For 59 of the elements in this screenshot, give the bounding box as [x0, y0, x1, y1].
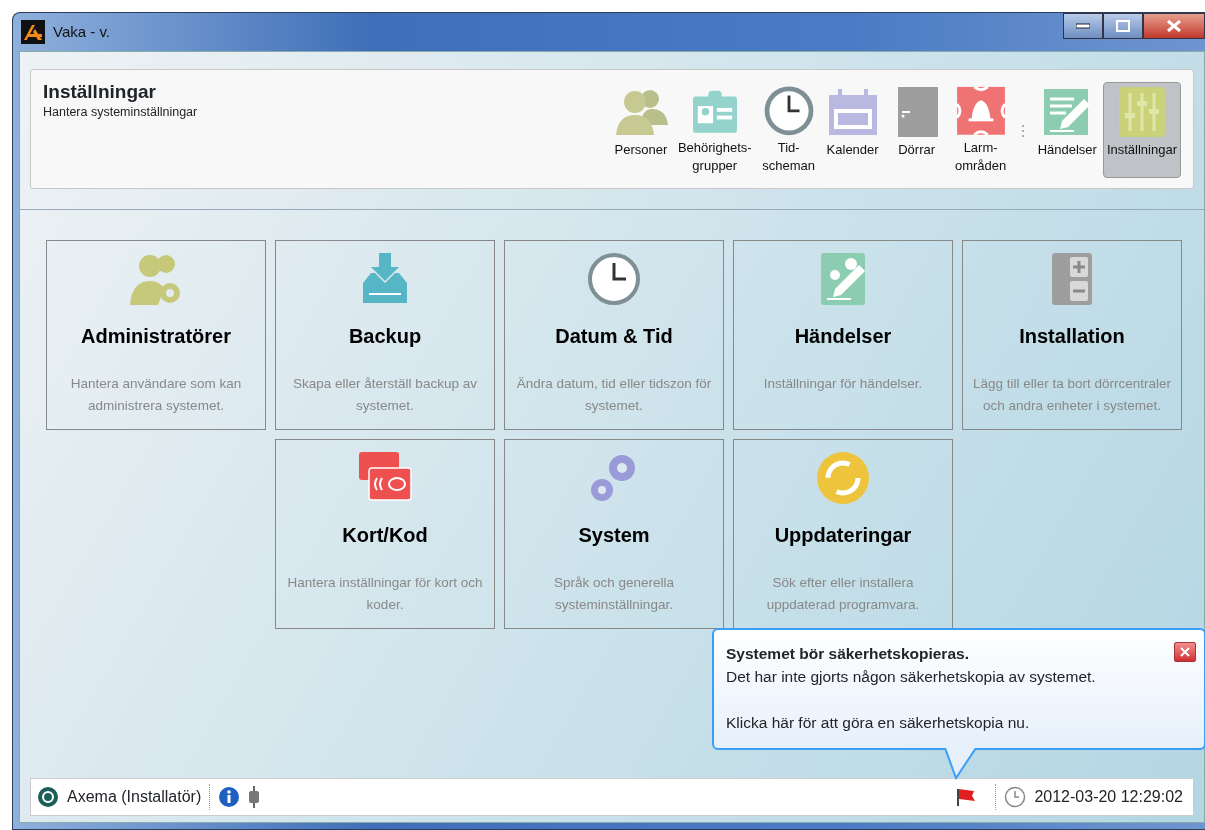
- minimize-icon: [1076, 23, 1090, 29]
- toolbar-button[interactable]: Händelser: [1033, 82, 1101, 178]
- notification-message: Det har inte gjorts någon säkerhetskopia av systemet.: [726, 667, 1097, 688]
- date-time: 2012-03-20 12:29:02: [1034, 787, 1183, 807]
- tile-title: Händelser: [794, 324, 892, 349]
- tile-description: Hantera inställningar för kort och koder.: [286, 574, 484, 614]
- maximize-icon: [1116, 20, 1130, 32]
- tile-description: Hantera användare som kan administrera systemet.: [69, 375, 243, 415]
- alarm-bell-icon: [953, 85, 1008, 137]
- tile-title: Administratörer: [81, 324, 231, 349]
- toolbar-button[interactable]: Kalender: [821, 82, 884, 178]
- flag-icon[interactable]: [955, 787, 978, 807]
- toolbar-button[interactable]: Tid- scheman: [757, 82, 820, 178]
- minimize-button[interactable]: [1063, 13, 1103, 39]
- tile-description: Språk och generella systeminställningar.: [552, 574, 676, 614]
- tile-description: Inställningar för händelser.: [763, 375, 923, 393]
- toolbar-button[interactable]: Personer: [609, 82, 672, 178]
- notification-link[interactable]: Klicka här för att göra en säkerhetskopia nu.: [726, 713, 1030, 731]
- notification-balloon[interactable]: Systemet bör säkerhetskopieras. Det har inte gjorts någon säkerhetskopia av systemet. Klicka här för att göra en säkerhetskopia nu.: [712, 628, 1205, 750]
- page-subtitle: Hantera systeminställningar: [43, 103, 198, 121]
- clock-icon: [586, 251, 642, 307]
- settings-tile[interactable]: Administratörer Hantera användare som kan administrera systemet.: [46, 240, 266, 430]
- toolbar-button[interactable]: Dörrar: [885, 82, 948, 178]
- tile-title: Kort/Kod: [342, 523, 428, 548]
- tile-title: Datum & Tid: [555, 324, 673, 349]
- settings-tile[interactable]: Händelser Inställningar för händelser.: [733, 240, 953, 430]
- close-icon: [1167, 20, 1181, 32]
- app-logo-icon: [21, 20, 45, 44]
- toolbar-button[interactable]: Larm- områden: [949, 82, 1012, 178]
- maximize-button[interactable]: [1103, 13, 1143, 39]
- settings-tile[interactable]: Kort/Kod Hantera inställningar för kort och koder.: [275, 439, 495, 629]
- tile-description: Ändra datum, tid eller tidszon för systemet.: [515, 375, 713, 415]
- close-button[interactable]: [1143, 13, 1205, 39]
- settings-tile[interactable]: Installation Lägg till eller ta bort dörrcentraler och andra enheter i systemet.: [962, 240, 1182, 430]
- user-label: Axema (Installatör): [67, 787, 202, 807]
- tile-title: Uppdateringar: [774, 523, 912, 548]
- plug-icon[interactable]: [248, 786, 261, 808]
- tile-title: System: [578, 523, 650, 548]
- settings-tile[interactable]: Backup Skapa eller återställ backup av systemet.: [275, 240, 495, 430]
- settings-tile[interactable]: System Språk och generella systeminställningar.: [504, 439, 724, 629]
- balloon-pointer: [944, 748, 978, 780]
- notification-title: Systemet bör säkerhetskopieras.: [726, 644, 970, 664]
- toolbar-separator: [1020, 124, 1025, 138]
- refresh-icon: [815, 450, 871, 506]
- globe-icon: [37, 786, 59, 808]
- close-icon: [1180, 647, 1190, 657]
- clock-icon: [1004, 786, 1027, 808]
- window-title: Vaka - v.: [53, 21, 110, 42]
- page-title: Inställningar: [43, 82, 157, 103]
- toolbar-button[interactable]: Inställningar: [1102, 82, 1181, 178]
- toolbar-button[interactable]: Behörighets- grupper: [673, 82, 756, 178]
- close-button[interactable]: [1174, 642, 1196, 662]
- settings-tile[interactable]: Datum & Tid Ändra datum, tid eller tidszon för systemet.: [504, 240, 724, 430]
- tile-description: Skapa eller återställ backup av systemet.: [292, 375, 478, 415]
- tile-title: Installation: [1019, 324, 1125, 349]
- tile-description: Lägg till eller ta bort dörrcentraler och andra enheter i systemet.: [971, 375, 1173, 415]
- tile-title: Backup: [348, 324, 422, 349]
- tile-description: Sök efter eller installera uppdaterad programvara.: [765, 574, 921, 614]
- info-icon[interactable]: [218, 786, 241, 808]
